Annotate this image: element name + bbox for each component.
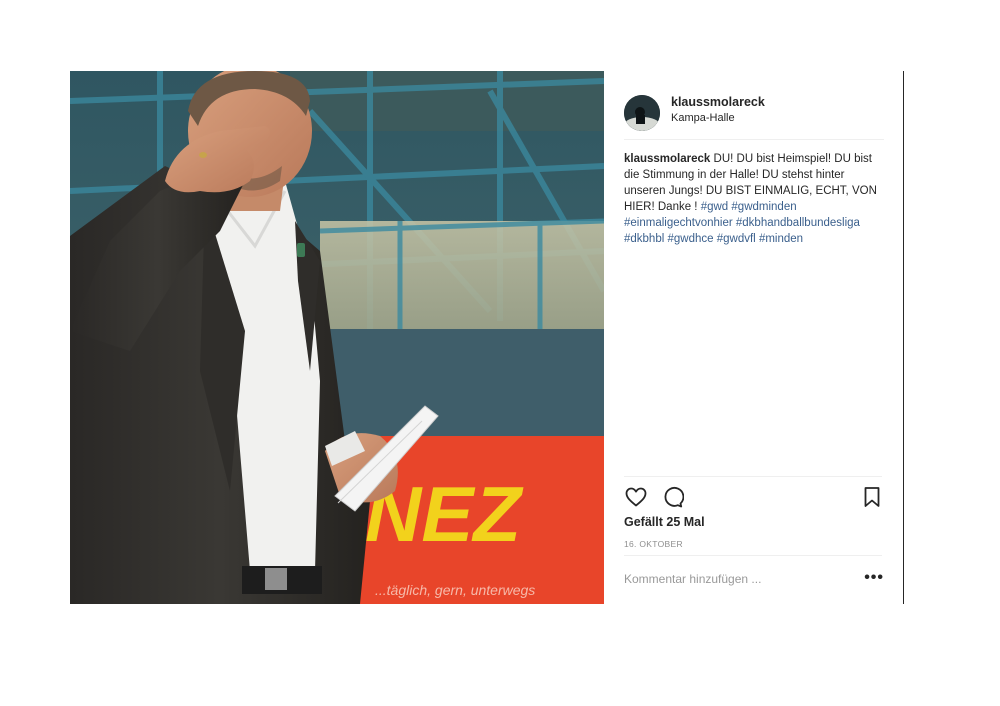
hashtag[interactable]: #gwdminden <box>731 201 796 213</box>
comment-box: ••• <box>624 569 884 593</box>
author-block: klaussmolareck Kampa-Halle <box>671 94 765 126</box>
hashtag[interactable]: #minden <box>759 233 803 245</box>
post-photo-image: NEZ ...täglich, gern, unterwegs <box>70 71 604 604</box>
hashtag[interactable]: #gwdhce <box>668 233 714 245</box>
post-location[interactable]: Kampa-Halle <box>671 110 765 126</box>
avatar[interactable] <box>624 95 660 131</box>
bookmark-icon[interactable] <box>860 485 884 509</box>
author-username[interactable]: klaussmolareck <box>671 94 765 110</box>
hashtag[interactable]: #dkbhandballbundesliga <box>736 217 860 229</box>
comment-input[interactable] <box>624 569 844 589</box>
caption-username[interactable]: klaussmolareck <box>624 153 710 165</box>
divider <box>624 555 882 556</box>
avatar-image <box>624 95 660 131</box>
hashtag[interactable]: #gwdvfl <box>717 233 756 245</box>
hashtag[interactable]: #einmaligechtvonhier <box>624 217 733 229</box>
post-photo[interactable]: NEZ ...täglich, gern, unterwegs <box>70 71 604 604</box>
heart-icon[interactable] <box>624 485 648 509</box>
speech-bubble-icon[interactable] <box>660 485 685 509</box>
post-caption: klaussmolareck DU! DU bist Heimspiel! DU… <box>624 151 886 247</box>
hashtag[interactable]: #gwd <box>701 201 729 213</box>
post-header: klaussmolareck Kampa-Halle <box>624 87 884 140</box>
more-options-icon[interactable]: ••• <box>864 570 884 586</box>
banner-subtext: ...täglich, gern, unterwegs <box>375 582 535 598</box>
divider <box>624 476 882 477</box>
likes-text: Gefällt 25 Mal <box>624 515 705 529</box>
action-bar <box>624 485 884 509</box>
hashtag[interactable]: #dkbhbl <box>624 233 664 245</box>
post-date[interactable]: 16. Oktober <box>624 539 683 549</box>
instagram-post: NEZ ...täglich, gern, unterwegs klaussmo… <box>70 71 904 604</box>
post-sidebar: klaussmolareck Kampa-Halle klaussmolarec… <box>604 71 904 604</box>
likes-count[interactable]: Gefällt 25 Mal <box>624 515 705 529</box>
